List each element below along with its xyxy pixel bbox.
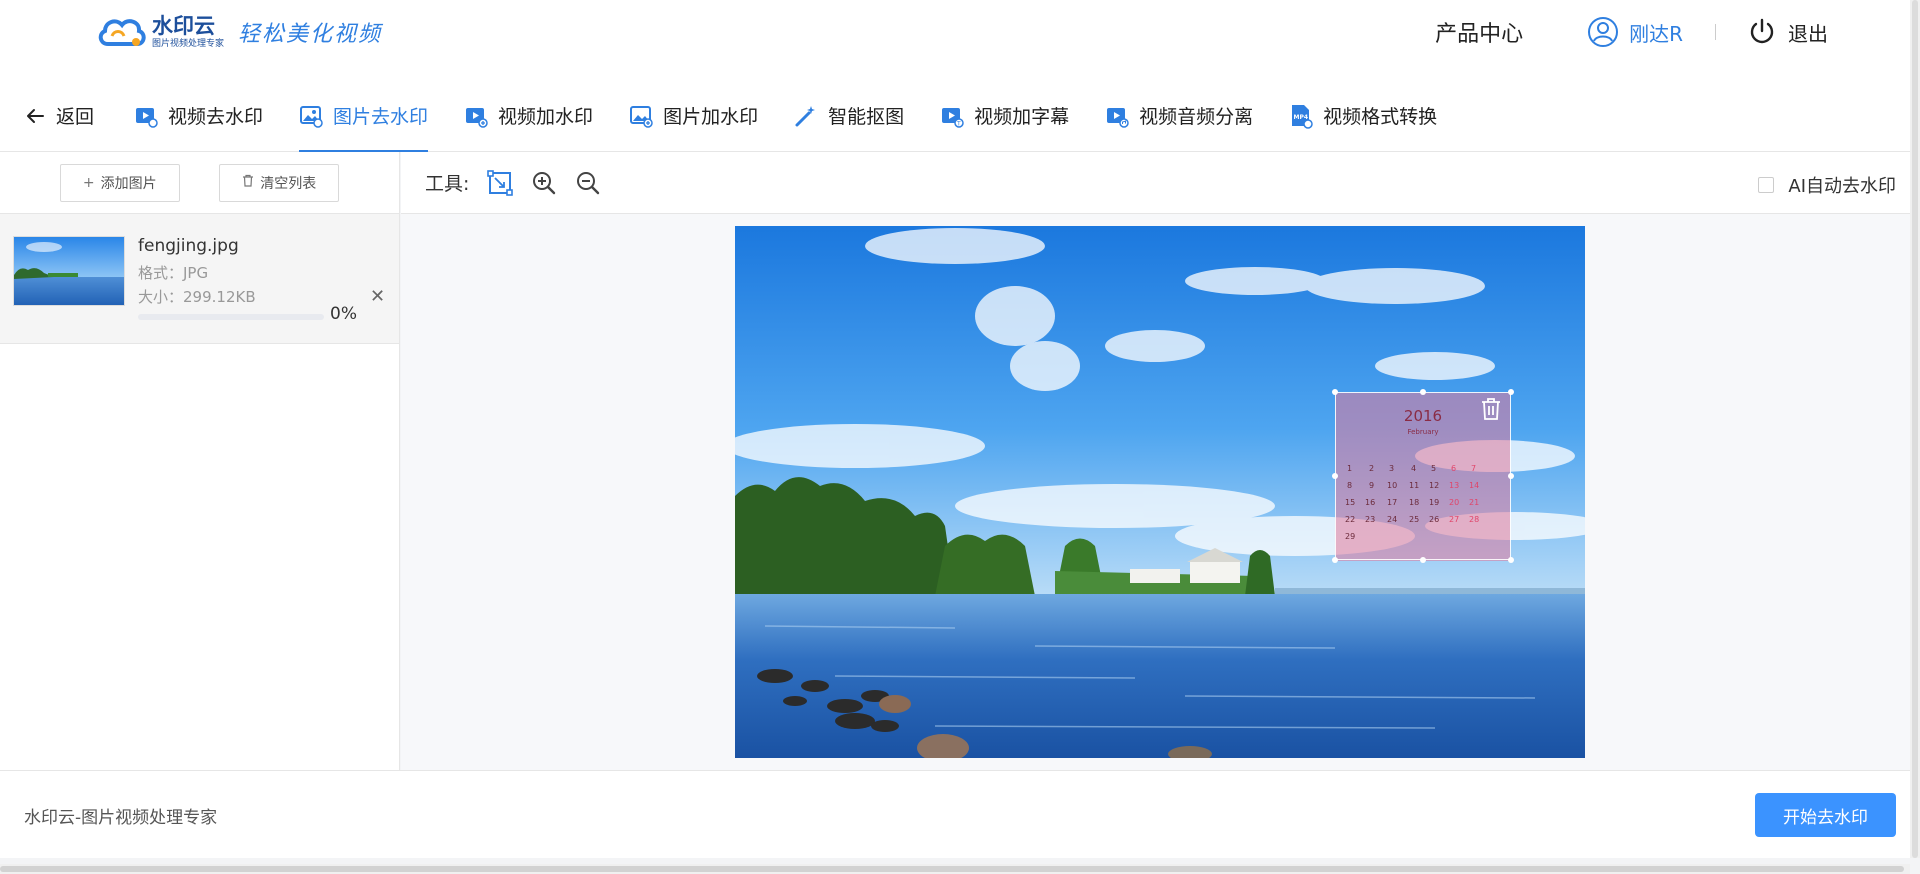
tab-image-remove-watermark[interactable]: 图片去水印 (299, 80, 429, 152)
zoom-out-icon (577, 171, 600, 194)
back-label: 返回 (56, 106, 95, 128)
resize-handle[interactable] (1420, 389, 1426, 395)
watermark-selection-box[interactable] (1332, 389, 1514, 563)
mp4-icon: MP4 (1292, 104, 1313, 129)
resize-handle[interactable] (1508, 389, 1514, 395)
progress-text: 0% (330, 304, 357, 324)
zoom-in-tool[interactable] (529, 168, 559, 198)
video-add-icon (466, 107, 488, 128)
resize-handle[interactable] (1332, 389, 1338, 395)
bottom-bar: 水印云-图片视频处理专家 开始去水印 (0, 770, 1920, 858)
tools-label: 工具: (425, 173, 470, 195)
audio-split-icon (1107, 107, 1129, 128)
tab-smart-cutout[interactable]: 智能抠图 (794, 80, 904, 152)
editor-toolbar: 工具: AI自动去水印 (401, 152, 1920, 214)
remove-file-icon[interactable]: ✕ (370, 288, 385, 306)
file-thumbnail (13, 236, 125, 306)
editor-canvas: 2016 February 1234567 8 9 10 11 12 13 14 15 16 1… (401, 214, 1920, 770)
logout-button[interactable]: 退出 (1748, 18, 1828, 47)
image-add-icon (630, 105, 653, 128)
horizontal-scrollbar[interactable] (0, 864, 1910, 874)
start-remove-watermark-button[interactable]: 开始去水印 (1755, 793, 1896, 837)
tab-audio-video-split[interactable]: 视频音频分离 (1105, 80, 1253, 152)
tab-image-add-watermark[interactable]: 图片加水印 (629, 80, 758, 152)
video-icon (136, 107, 158, 128)
footer-brand-text: 水印云-图片视频处理专家 (24, 808, 218, 828)
ai-auto-remove-toggle[interactable]: AI自动去水印 (1758, 172, 1896, 198)
product-center-link[interactable]: 产品中心 (1435, 16, 1523, 48)
resize-handle[interactable] (1332, 473, 1338, 479)
file-list-item[interactable]: fengjing.jpg 格式：JPG 大小：299.12KB ✕ (0, 214, 399, 344)
logo[interactable]: 水印云 图片视频处理专家 轻松美化视频 (96, 12, 382, 52)
user-icon (1588, 17, 1619, 47)
file-list-toolbar: + 添加图片 清空列表 (0, 152, 399, 214)
top-header: 水印云 图片视频处理专家 轻松美化视频 产品中心 刚达R 退出 (0, 0, 1920, 80)
tab-video-format-convert[interactable]: MP4 视频格式转换 (1289, 80, 1437, 152)
progress-bar (138, 314, 324, 320)
username: 刚达R (1629, 21, 1683, 46)
delete-selection-icon[interactable] (1480, 397, 1502, 425)
select-area-tool[interactable] (485, 168, 515, 198)
zoom-in-icon (533, 171, 556, 194)
header-divider (1715, 24, 1716, 40)
tab-video-remove-watermark[interactable]: 视频去水印 (134, 80, 263, 152)
resize-handle[interactable] (1508, 557, 1514, 563)
file-size: 大小：299.12KB (138, 288, 256, 306)
svg-text:T: T (956, 120, 961, 127)
file-format: 格式：JPG (138, 264, 209, 282)
ai-auto-label: AI自动去水印 (1788, 176, 1896, 197)
ai-auto-checkbox[interactable] (1758, 177, 1775, 193)
tab-video-subtitle[interactable]: T 视频加字幕 (940, 80, 1069, 152)
logo-subtitle: 图片视频处理专家 (152, 39, 225, 49)
image-icon (300, 105, 323, 128)
clear-list-button[interactable]: 清空列表 (219, 163, 340, 202)
resize-handle[interactable] (1332, 557, 1338, 563)
resize-handle[interactable] (1508, 473, 1514, 479)
file-list-panel: + 添加图片 清空列表 fengjing.jpg 格式：JPG 大小：299.1… (0, 152, 400, 770)
tool-nav: 返回 视频去水印 图片去水印 视频加水印 图片加水印 智能抠图 T 视频加字幕 … (0, 80, 1920, 152)
subtitle-icon: T (942, 107, 964, 128)
select-box-icon (487, 169, 514, 196)
back-button[interactable]: 返回 (24, 80, 94, 152)
magic-wand-icon (795, 105, 816, 126)
user-menu[interactable]: 刚达R (1587, 16, 1683, 48)
arrow-left-icon (27, 108, 44, 123)
logout-label: 退出 (1788, 21, 1828, 46)
zoom-out-tool[interactable] (573, 168, 603, 198)
vertical-scrollbar[interactable] (1910, 0, 1920, 858)
power-icon (1750, 18, 1774, 44)
resize-handle[interactable] (1420, 557, 1426, 563)
cloud-logo-icon (96, 12, 148, 52)
logo-slogan: 轻松美化视频 (238, 22, 383, 47)
trash-icon (242, 174, 254, 191)
add-image-button[interactable]: + 添加图片 (59, 163, 180, 202)
logo-name: 水印云 (152, 14, 215, 38)
tab-video-add-watermark[interactable]: 视频加水印 (464, 80, 593, 152)
file-name: fengjing.jpg (138, 236, 239, 256)
plus-icon: + (82, 174, 95, 191)
